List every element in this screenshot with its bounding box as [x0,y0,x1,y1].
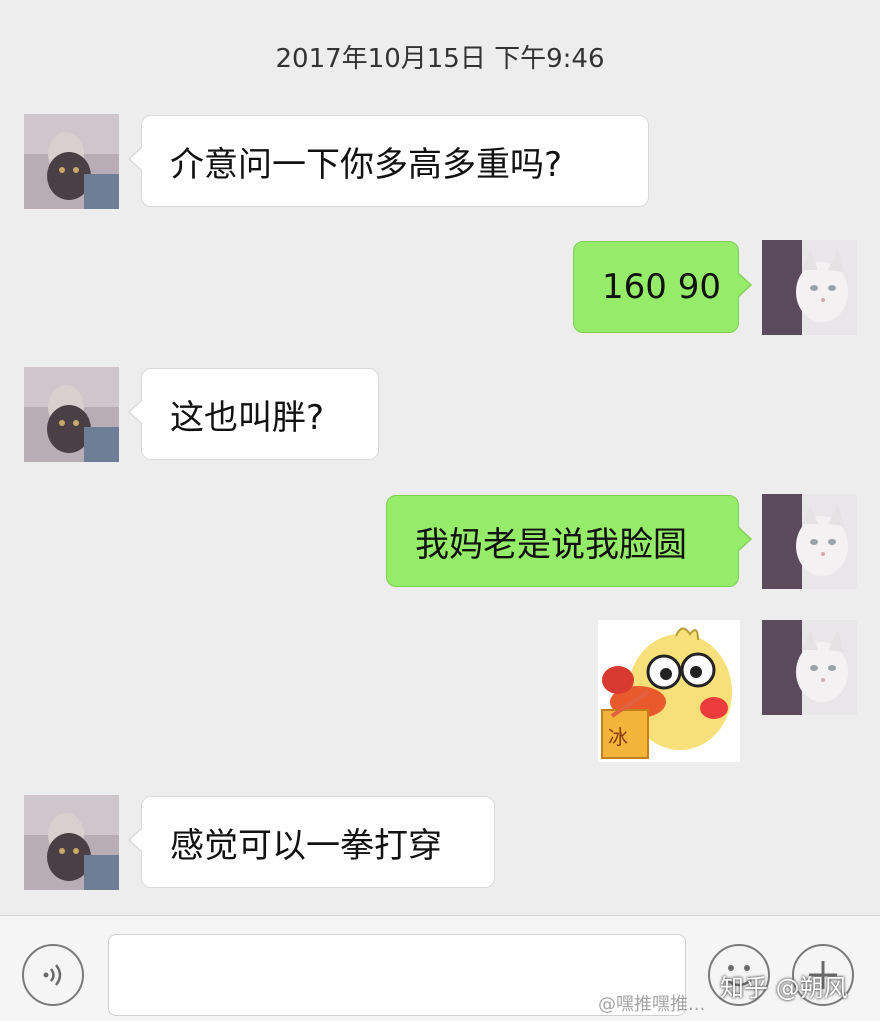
voice-icon[interactable] [22,944,84,1006]
weibo-watermark: @嘿推嘿推... [598,994,706,1015]
avatar-contact[interactable] [24,367,119,462]
timestamp: 2017年10月15日 下午9:46 [275,44,605,74]
svg-text:冰: 冰 [608,725,628,749]
message-text: 我妈老是说我脸圆 [415,524,687,565]
message-bubble-received[interactable]: 介意问一下你多高多重吗? [128,115,649,207]
message-text: 感觉可以一拳打穿 [170,825,442,866]
message-text: 介意问一下你多高多重吗? [170,144,563,185]
duck-sticker[interactable]: 冰 [598,620,740,762]
avatar-self[interactable] [762,620,857,715]
message-text: 这也叫胖? [170,397,325,438]
zhihu-watermark: 知乎 @朔风 [720,974,848,1002]
avatar-self[interactable] [762,240,857,335]
message-bubble-sent[interactable]: 我妈老是说我脸圆 [386,495,752,587]
message-bubble-received[interactable]: 感觉可以一拳打穿 [128,796,495,888]
message-bubble-sent[interactable]: 160 90 [573,241,752,333]
chat-area[interactable]: 2017年10月15日 下午9:46 介意问一下你多高多重吗? 160 90 这… [0,0,880,915]
avatar-contact[interactable] [24,114,119,209]
message-bubble-received[interactable]: 这也叫胖? [128,368,379,460]
avatar-contact[interactable] [24,795,119,890]
avatar-self[interactable] [762,494,857,589]
message-text: 160 90 [602,267,721,307]
